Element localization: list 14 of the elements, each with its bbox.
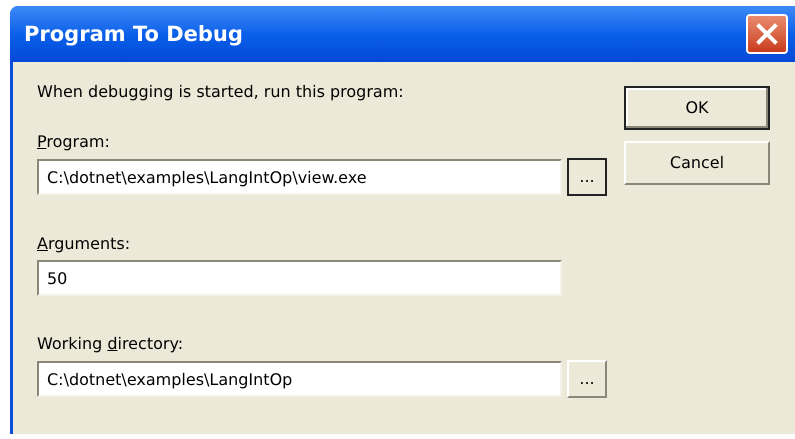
browse-button[interactable]: ... [567, 360, 607, 398]
dialog-button[interactable]: OK [624, 86, 770, 130]
input-field[interactable]: C:\dotnet\examples\LangIntOp\view.exe [37, 159, 562, 195]
field-label: Arguments: [37, 233, 132, 255]
browse-button[interactable]: ... [567, 158, 607, 196]
field-label: Working directory: [37, 333, 184, 355]
close-button[interactable] [746, 14, 788, 54]
close-icon [755, 22, 779, 46]
window-title: Program To Debug [24, 21, 243, 48]
input-field[interactable]: C:\dotnet\examples\LangIntOp [37, 361, 562, 397]
instruction-text: When debugging is started, run this program: [37, 81, 405, 103]
dialog-button[interactable]: Cancel [624, 141, 770, 185]
field-label: Program: [37, 131, 111, 153]
input-field[interactable]: 50 [37, 260, 562, 296]
